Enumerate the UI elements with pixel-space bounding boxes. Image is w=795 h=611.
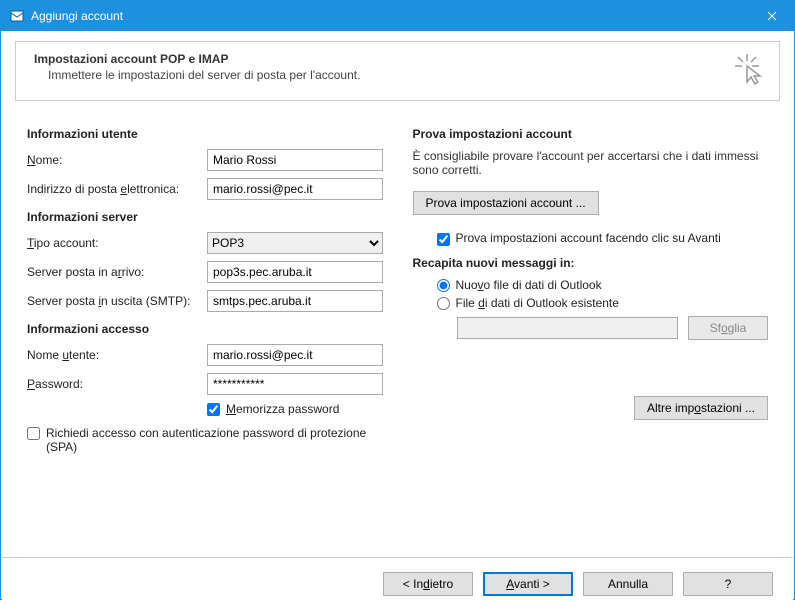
outgoing-server-label: Server posta in uscita (SMTP): xyxy=(27,294,207,308)
name-input[interactable] xyxy=(207,149,383,171)
new-datafile-label: Nuovo file di dati di Outlook xyxy=(456,278,602,292)
incoming-server-input[interactable] xyxy=(207,261,383,283)
close-button[interactable] xyxy=(749,1,794,31)
account-type-select[interactable]: POP3 xyxy=(207,232,383,254)
wizard-title: Impostazioni account POP e IMAP xyxy=(34,52,761,66)
password-input[interactable] xyxy=(207,373,383,395)
wizard-subtitle: Immettere le impostazioni del server di … xyxy=(34,68,761,82)
login-info-heading: Informazioni accesso xyxy=(27,322,383,336)
test-settings-button[interactable]: Prova impostazioni account ... xyxy=(413,191,599,215)
existing-datafile-label: File di dati di Outlook esistente xyxy=(456,296,619,310)
outgoing-server-input[interactable] xyxy=(207,290,383,312)
spa-checkbox[interactable] xyxy=(27,427,40,440)
new-datafile-radio[interactable] xyxy=(437,279,450,292)
datafile-path-input xyxy=(457,317,679,339)
user-info-heading: Informazioni utente xyxy=(27,127,383,141)
existing-datafile-radio[interactable] xyxy=(437,297,450,310)
browse-button: Sfoglia xyxy=(688,316,768,340)
help-button[interactable]: ? xyxy=(683,572,773,596)
wizard-icon xyxy=(733,52,767,91)
auto-test-label: Prova impostazioni account facendo clic … xyxy=(456,231,721,245)
auto-test-checkbox[interactable] xyxy=(437,233,450,246)
username-label: Nome utente: xyxy=(27,348,207,362)
test-settings-description: È consigliabile provare l'account per ac… xyxy=(413,149,769,177)
incoming-server-label: Server posta in arrivo: xyxy=(27,265,207,279)
cancel-button[interactable]: Annulla xyxy=(583,572,673,596)
server-info-heading: Informazioni server xyxy=(27,210,383,224)
window-title: Aggiungi account xyxy=(31,9,749,23)
next-button[interactable]: Avanti > xyxy=(483,572,573,596)
remember-password-label: Memorizza password xyxy=(226,402,339,416)
wizard-header: Impostazioni account POP e IMAP Immetter… xyxy=(15,41,780,100)
app-icon xyxy=(9,8,25,24)
test-settings-heading: Prova impostazioni account xyxy=(413,127,769,141)
back-button[interactable]: < Indietro xyxy=(383,572,473,596)
email-label: Indirizzo di posta elettronica: xyxy=(27,182,207,196)
spa-label: Richiedi accesso con autenticazione pass… xyxy=(46,426,383,454)
username-input[interactable] xyxy=(207,344,383,366)
deliver-heading: Recapita nuovi messaggi in: xyxy=(413,256,769,270)
remember-password-checkbox[interactable] xyxy=(207,403,220,416)
email-input[interactable] xyxy=(207,178,383,200)
account-type-label: Tipo account: xyxy=(27,236,207,250)
password-label: Password: xyxy=(27,377,207,391)
name-label: Nome: xyxy=(27,153,207,167)
more-settings-button[interactable]: Altre impostazioni ... xyxy=(634,396,768,420)
